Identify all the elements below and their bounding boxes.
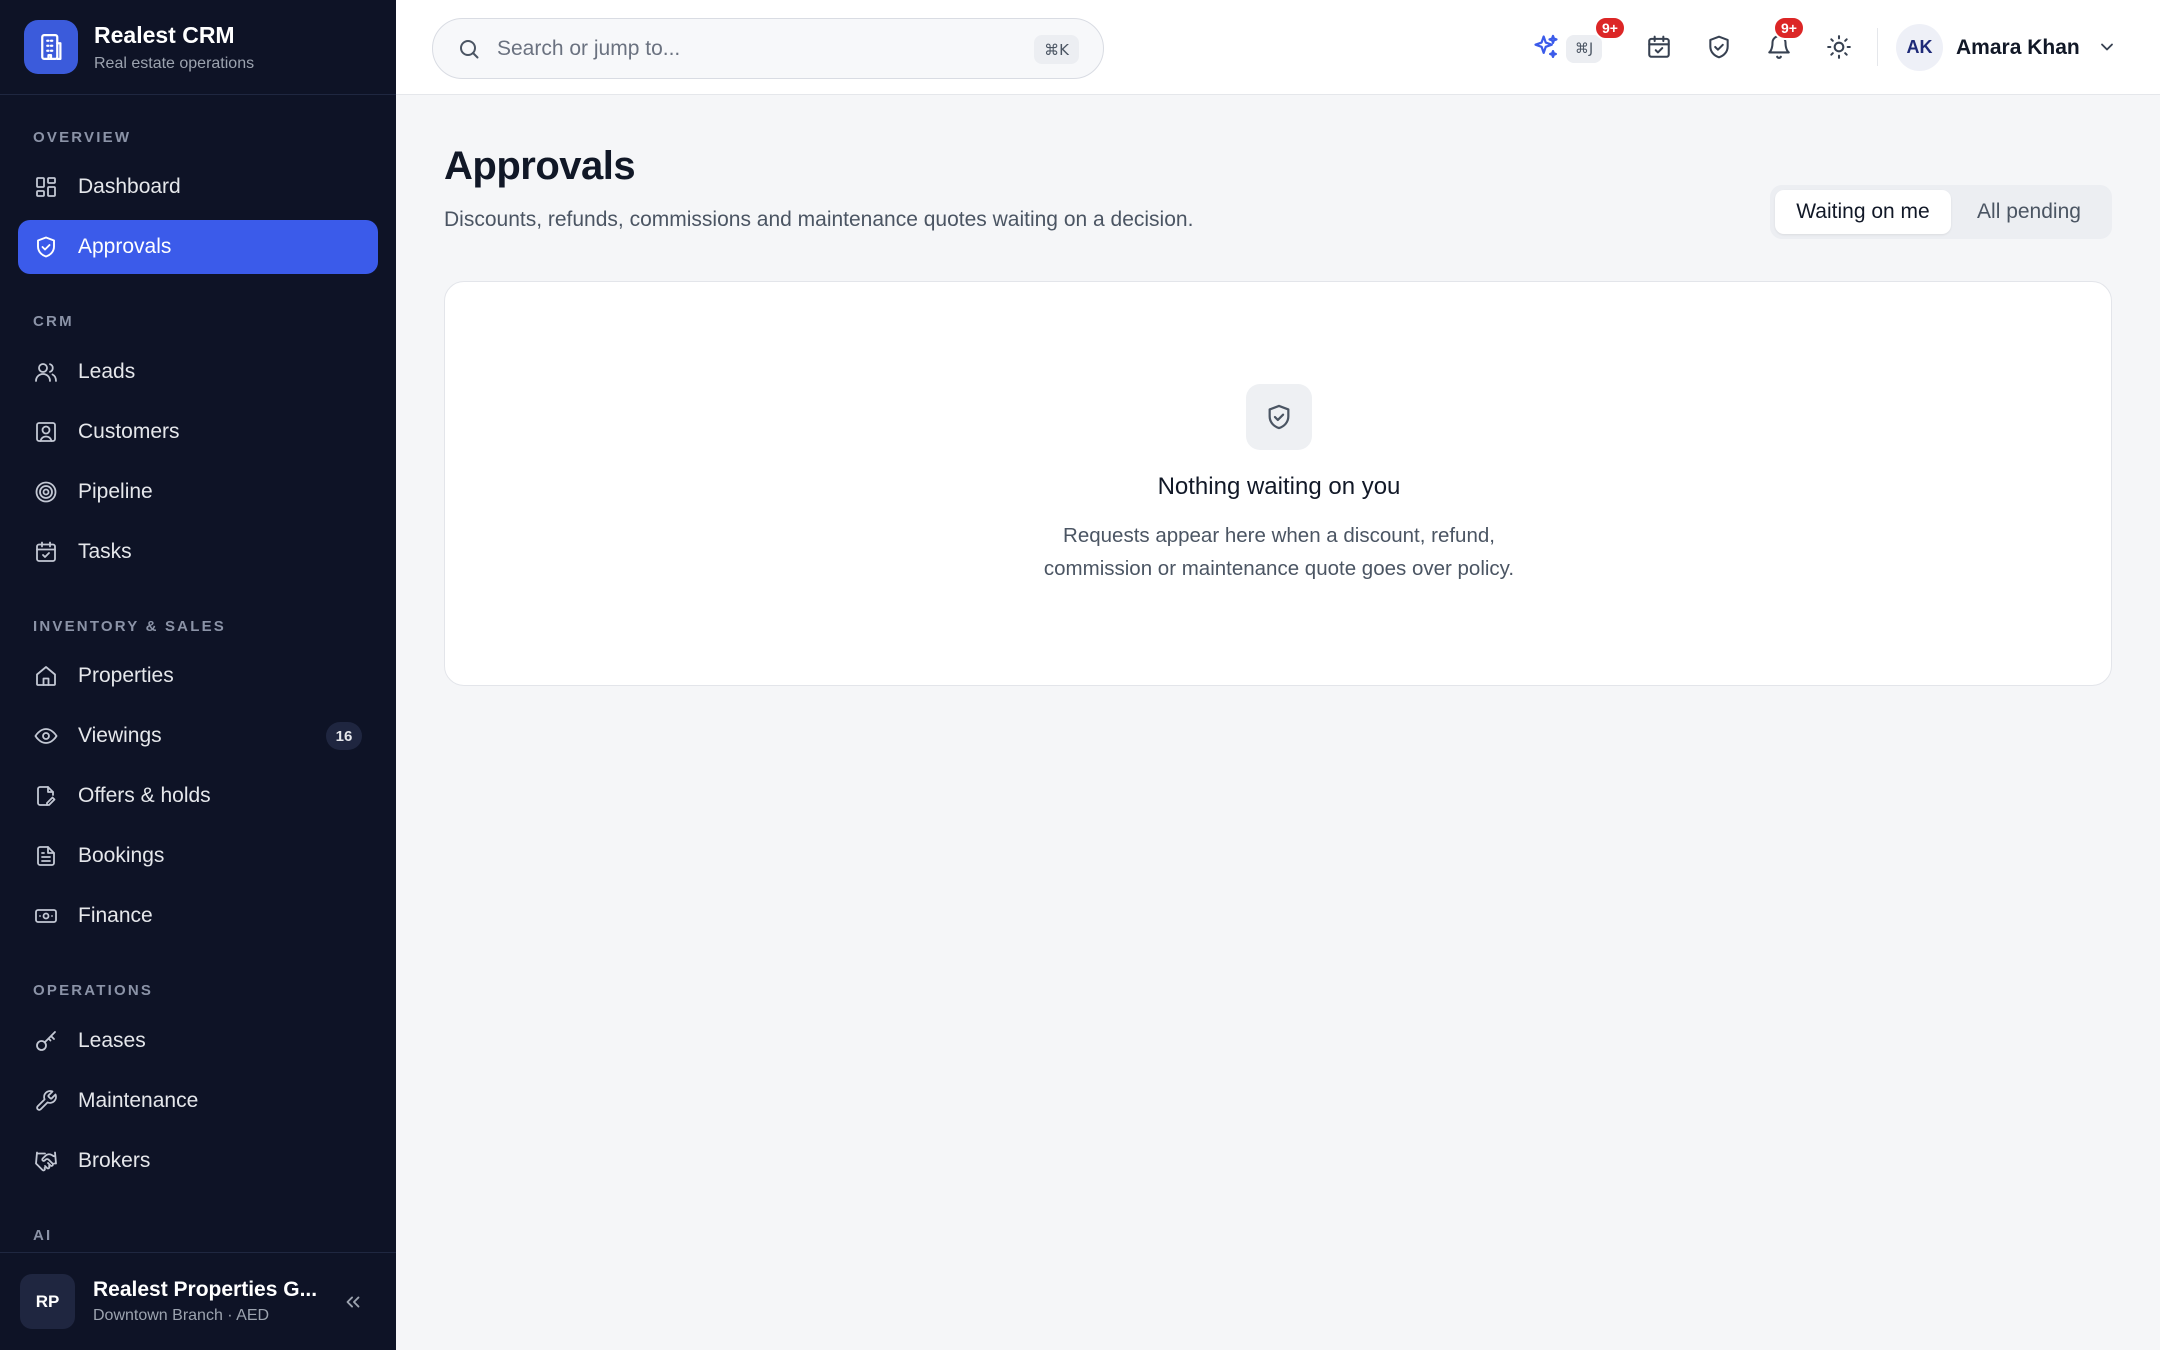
sidebar-item-pipeline[interactable]: Pipeline: [18, 465, 378, 519]
key-icon: [33, 1028, 59, 1054]
sidebar-item-tasks[interactable]: Tasks: [18, 525, 378, 579]
tab-all-pending[interactable]: All pending: [1951, 190, 2107, 234]
empty-state-description: Requests appear here when a discount, re…: [929, 519, 1629, 585]
search-shortcut: ⌘K: [1034, 35, 1079, 64]
empty-state-line-1: Requests appear here when a discount, re…: [1063, 524, 1495, 547]
users-icon: [33, 359, 59, 385]
sun-icon: [1827, 35, 1851, 59]
banknote-icon: [33, 903, 59, 929]
sidebar-item-customers[interactable]: Customers: [18, 405, 378, 459]
org-branch: Downtown Branch · AED: [93, 1307, 270, 1324]
home-icon: [33, 663, 59, 689]
chevrons-left-icon: [346, 1296, 360, 1308]
calendar-check-icon: [1648, 35, 1670, 58]
ai-shortcut: ⌘J: [1566, 35, 1603, 63]
target-icon: [33, 479, 59, 505]
sidebar-item-label: Brokers: [78, 1149, 151, 1172]
building-icon: [24, 20, 78, 74]
ai-assistant-button[interactable]: [1529, 30, 1563, 64]
sidebar-item-maintenance[interactable]: Maintenance: [18, 1074, 378, 1128]
sidebar-item-label: Leads: [78, 360, 136, 383]
brand-title: Realest CRM: [94, 21, 235, 48]
dashboard-icon: [33, 174, 59, 200]
sidebar-item-viewings[interactable]: Viewings 16: [18, 709, 378, 763]
sidebar-item-offers-holds[interactable]: Offers & holds: [18, 769, 378, 823]
theme-toggle-button[interactable]: [1822, 30, 1856, 64]
org-switcher[interactable]: RP Realest Properties G... Downtown Bran…: [0, 1252, 396, 1350]
sidebar-item-approvals[interactable]: Approvals: [18, 220, 378, 274]
sidebar-item-dashboard[interactable]: Dashboard: [18, 160, 378, 214]
sidebar-item-label: Approvals: [78, 235, 172, 258]
search-input[interactable]: [497, 36, 1017, 61]
chevron-down-icon: [2101, 43, 2113, 51]
sidebar-item-label: Viewings: [78, 724, 162, 747]
notifications-count-badge: 9+: [1773, 16, 1805, 40]
top-bar: ⌘K ⌘J 9+ 9+ AK Amara Khan: [396, 0, 2160, 95]
sidebar-item-properties[interactable]: Properties: [18, 649, 378, 703]
sparkles-icon: [1534, 34, 1558, 59]
calendar-check-icon: [33, 539, 59, 565]
sidebar-item-label: Dashboard: [78, 175, 181, 198]
empty-state-line-2: commission or maintenance quote goes ove…: [1043, 557, 1515, 580]
approvals-filter-tabs: Waiting on me All pending: [1770, 185, 2112, 239]
brand[interactable]: Realest CRM Real estate operations: [0, 0, 396, 95]
search-icon: [457, 37, 481, 61]
handshake-icon: [33, 1148, 59, 1174]
page-subtitle: Discounts, refunds, commissions and main…: [444, 208, 1194, 231]
eye-icon: [33, 723, 59, 749]
sidebar-item-label: Pipeline: [78, 480, 153, 503]
file-text-icon: [33, 843, 59, 869]
sidebar-item-bookings[interactable]: Bookings: [18, 829, 378, 883]
user-name[interactable]: Amara Khan: [1956, 36, 2080, 60]
contact-icon: [33, 419, 59, 445]
shield-check-icon: [1709, 35, 1729, 59]
nav-section-crm: CRM: [33, 313, 74, 330]
sidebar-item-label: Offers & holds: [78, 784, 211, 807]
user-menu-chevron[interactable]: [2096, 36, 2118, 58]
viewings-count-badge: 16: [326, 722, 362, 750]
user-avatar[interactable]: AK: [1896, 24, 1943, 71]
sidebar-item-label: Finance: [78, 904, 153, 927]
sidebar-item-finance[interactable]: Finance: [18, 889, 378, 943]
brand-subtitle: Real estate operations: [94, 54, 255, 72]
shield-check-icon: [33, 234, 59, 260]
sidebar-item-leads[interactable]: Leads: [18, 345, 378, 399]
sidebar-item-label: Customers: [78, 420, 180, 443]
search-box[interactable]: ⌘K: [432, 18, 1104, 79]
empty-state-title: Nothing waiting on you: [1157, 473, 1401, 500]
org-avatar: RP: [20, 1274, 75, 1329]
nav-section-inventory-sales: INVENTORY & SALES: [33, 618, 226, 635]
ai-count-badge: 9+: [1594, 16, 1626, 40]
nav-section-ai: AI: [33, 1227, 53, 1244]
org-name: Realest Properties G...: [93, 1278, 318, 1301]
sidebar-item-label: Bookings: [78, 844, 165, 867]
sidebar-item-label: Leases: [78, 1029, 146, 1052]
nav-section-overview: OVERVIEW: [33, 129, 132, 146]
sidebar-item-label: Maintenance: [78, 1089, 199, 1112]
page-title: Approvals: [444, 144, 636, 188]
wrench-icon: [33, 1088, 59, 1114]
file-edit-icon: [33, 783, 59, 809]
shield-check-icon: [1246, 384, 1312, 450]
sidebar-item-label: Properties: [78, 664, 174, 687]
approvals-shortcut-button[interactable]: [1702, 30, 1736, 64]
nav-section-operations: OPERATIONS: [33, 982, 154, 999]
calendar-button[interactable]: [1642, 30, 1676, 64]
tab-waiting-on-me[interactable]: Waiting on me: [1775, 190, 1951, 234]
sidebar-item-leases[interactable]: Leases: [18, 1014, 378, 1068]
collapse-sidebar-button[interactable]: [338, 1287, 368, 1317]
sidebar: Realest CRM Real estate operations OVERV…: [0, 0, 396, 1350]
sidebar-item-label: Tasks: [78, 540, 132, 563]
sidebar-item-brokers[interactable]: Brokers: [18, 1134, 378, 1188]
toolbar-divider: [1877, 28, 1878, 66]
empty-state-card: Nothing waiting on you Requests appear h…: [444, 281, 2112, 686]
